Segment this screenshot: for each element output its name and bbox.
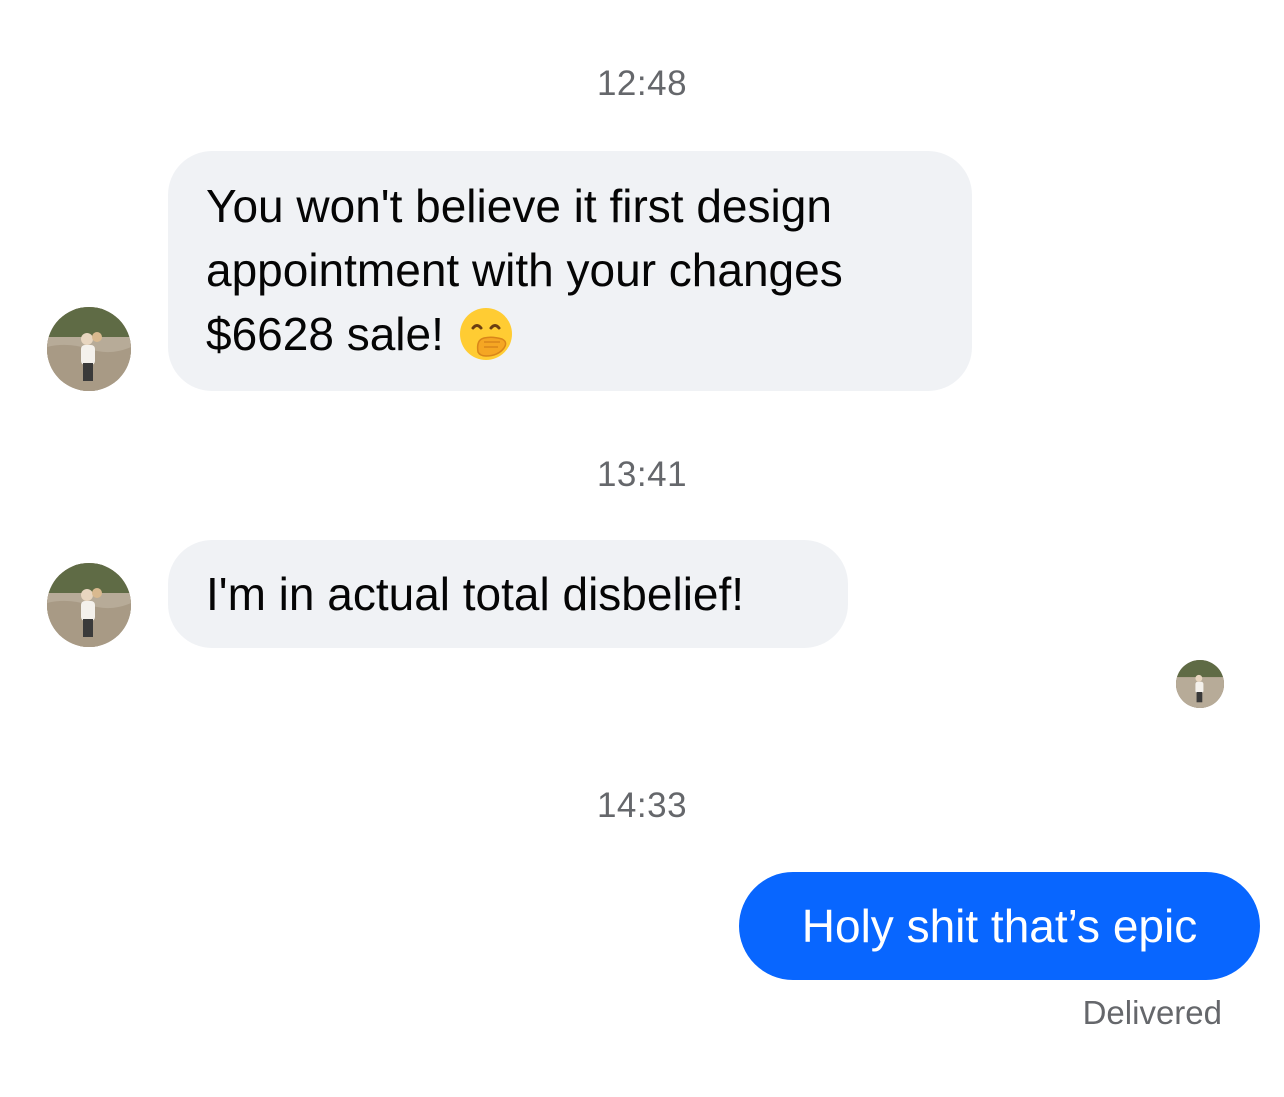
contact-avatar[interactable]: [47, 563, 131, 647]
contact-avatar-photo-icon: [47, 563, 131, 647]
timestamp: 13:41: [596, 455, 688, 494]
seen-avatar-icon: [1176, 660, 1224, 708]
seen-avatar-photo-icon: [1176, 660, 1224, 708]
hand-over-mouth-emoji-icon: [458, 306, 514, 362]
incoming-message-bubble[interactable]: You won't believe it first design appoin…: [168, 151, 972, 391]
message-text: I'm in actual total disbelief!: [206, 568, 745, 620]
message-line: You won't believe it first design: [206, 180, 832, 232]
message-text: Holy shit that’s epic: [801, 900, 1198, 952]
contact-avatar-photo-icon: [47, 307, 131, 391]
delivery-status: Delivered: [1082, 994, 1222, 1031]
timestamp: 14:33: [596, 786, 688, 825]
message-line: $6628 sale!: [206, 302, 972, 366]
timestamp: 12:48: [596, 64, 688, 103]
incoming-message-bubble[interactable]: I'm in actual total disbelief!: [168, 540, 848, 648]
message-line: appointment with your changes: [206, 244, 843, 296]
message-line-text: $6628 sale!: [206, 308, 444, 360]
outgoing-message-bubble[interactable]: Holy shit that’s epic: [739, 872, 1260, 980]
contact-avatar[interactable]: [47, 307, 131, 391]
